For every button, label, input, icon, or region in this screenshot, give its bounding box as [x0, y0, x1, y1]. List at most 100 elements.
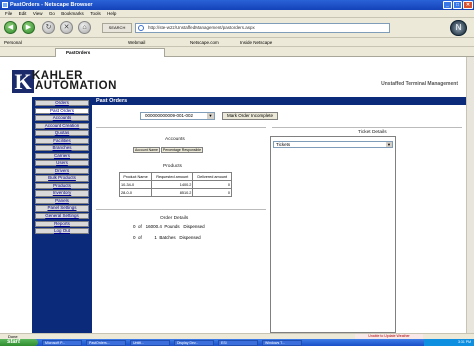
page-icon	[138, 25, 144, 31]
tab-bar: PastOrders	[0, 47, 474, 57]
products-title: Products	[163, 164, 182, 169]
menu-file[interactable]: File	[5, 10, 12, 18]
tagline: Unstaffed Terminal Management	[381, 81, 458, 87]
status-label: Dispensed	[183, 224, 205, 229]
sidebar-item-drivers[interactable]: Drivers	[35, 167, 89, 174]
taskbar-item[interactable]: Windows T...	[262, 340, 302, 346]
start-button[interactable]: start	[0, 339, 38, 346]
taskbar-item[interactable]: Microsoft P...	[42, 340, 82, 346]
sidebar-item-branches[interactable]: Branches	[35, 145, 89, 152]
system-tray: 3:31 PM	[424, 339, 474, 346]
search-button[interactable]: SEARCH	[102, 23, 132, 33]
requested-cell: 8510.2	[151, 188, 194, 197]
total-amount: 16000.4	[145, 224, 162, 229]
menu-help[interactable]: Help	[107, 10, 116, 18]
products-table: Product Name Requested amount Delivered …	[118, 172, 232, 197]
sidebar-item-panels[interactable]: Panels	[35, 197, 89, 205]
sidebar-item-users[interactable]: Users	[35, 160, 89, 167]
divider	[96, 209, 266, 210]
sidebar-item-products[interactable]: Products	[35, 182, 89, 190]
menu-tools[interactable]: Tools	[90, 10, 101, 18]
tickets-select[interactable]: Tickets ▼	[273, 141, 393, 148]
order-select[interactable]: 000000000009-001-002 ▼	[140, 112, 215, 120]
table-row: 10-34-0 1400.2 0	[118, 180, 232, 189]
window-title: PastOrders - Netscape Browser	[10, 2, 93, 8]
window-title-bar: PastOrders - Netscape Browser _ □ ✕	[0, 0, 474, 10]
reload-button[interactable]: ↻	[42, 21, 55, 34]
sidebar-item-bulk-products[interactable]: Bulk Products	[35, 175, 89, 182]
sidebar-item-past-orders[interactable]: Past Orders	[35, 107, 89, 114]
taskbar-item[interactable]: Untitl...	[130, 340, 170, 346]
clock[interactable]: 3:31 PM	[458, 340, 471, 344]
sidebar-item-log-out[interactable]: Log Out	[35, 228, 89, 235]
page-content: K KAHLER AUTOMATION Unstaffed Terminal M…	[0, 57, 466, 333]
bookmark-netscape[interactable]: Netscape.com	[190, 38, 219, 47]
sidebar: Orders Past Orders Accounts Account Crea…	[32, 97, 92, 333]
menu-bar: File Edit View Go Bookmarks Tools Help	[0, 10, 474, 18]
column-header: Product Name	[118, 172, 153, 181]
bookmark-webmail[interactable]: Webmail	[128, 38, 145, 47]
bookmark-inside-netscape[interactable]: Inside Netscape	[240, 38, 272, 47]
tab-pastorders[interactable]: PastOrders	[55, 48, 165, 57]
menu-edit[interactable]: Edit	[19, 10, 27, 18]
back-button[interactable]: ◀	[4, 21, 17, 34]
divider	[96, 127, 266, 128]
sidebar-item-panel-settings[interactable]: Panel Settings	[35, 205, 89, 212]
taskbar-item[interactable]: PastOrders...	[86, 340, 126, 346]
sidebar-item-inventory[interactable]: Inventory	[35, 190, 89, 197]
maximize-button[interactable]: □	[453, 1, 462, 9]
taskbar: start Microsoft P... PastOrders... Untit…	[0, 339, 474, 346]
menu-go[interactable]: Go	[49, 10, 55, 18]
sidebar-item-orders[interactable]: Orders	[35, 100, 89, 107]
logo-line2: AUTOMATION	[35, 80, 117, 92]
dispensed-amount: 0	[133, 224, 136, 229]
total-amount: 1	[154, 235, 157, 240]
requested-cell: 1400.2	[151, 180, 194, 189]
sidebar-item-reports[interactable]: Reports	[35, 220, 89, 227]
ticket-details-title: Ticket Details	[358, 130, 387, 135]
status-label: Dispensed	[179, 235, 201, 240]
ticket-panel: Tickets ▼	[270, 136, 396, 333]
order-select-value: 000000000009-001-002	[145, 113, 194, 118]
page-title: Past Orders	[92, 97, 466, 105]
stop-button[interactable]: ✕	[60, 21, 73, 34]
product-name-cell: 10-34-0	[118, 180, 153, 189]
menu-bookmarks[interactable]: Bookmarks	[61, 10, 84, 18]
column-header: Requested amount	[151, 172, 194, 181]
taskbar-item[interactable]: Display Dev...	[174, 340, 214, 346]
minimize-button[interactable]: _	[443, 1, 452, 9]
sidebar-item-facilities[interactable]: Facilities	[35, 137, 89, 144]
divider	[272, 127, 462, 128]
of-label: of	[138, 224, 142, 229]
menu-view[interactable]: View	[33, 10, 43, 18]
unit-label: Batches	[159, 235, 176, 240]
table-row: 28-0-0 8510.2 0	[118, 188, 232, 197]
chevron-down-icon[interactable]: ▼	[207, 113, 214, 119]
order-details-title: Order Details	[160, 216, 189, 221]
sidebar-item-accounts[interactable]: Accounts	[35, 115, 89, 122]
taskbar-item[interactable]: ESI	[218, 340, 258, 346]
unit-label: Pounds	[164, 224, 180, 229]
mark-order-incomplete-button[interactable]: Mark Order Incomplete	[222, 112, 278, 120]
chevron-down-icon[interactable]: ▼	[386, 142, 392, 147]
delivered-cell: 0	[192, 188, 232, 197]
home-button[interactable]: ⌂	[78, 21, 91, 34]
url-input[interactable]: http://ste-w2z/UnstaffedManagement/pasto…	[135, 23, 390, 33]
netscape-throbber-icon[interactable]: N	[450, 20, 467, 36]
product-name-cell: 28-0-0	[118, 188, 153, 197]
vertical-scrollbar[interactable]	[466, 57, 474, 333]
sidebar-item-account-creation[interactable]: Account Creation	[35, 122, 89, 129]
order-detail-row: 0 of 16000.4 Pounds Dispensed	[133, 224, 205, 229]
forward-button[interactable]: ▶	[22, 21, 35, 34]
navigation-toolbar: ◀ ▶ ↻ ✕ ⌂ SEARCH http://ste-w2z/Unstaffe…	[0, 18, 474, 38]
sidebar-item-carriers[interactable]: Carriers	[35, 152, 89, 159]
sidebar-item-quotas[interactable]: Quotas	[35, 130, 89, 137]
percentage-responsible-button[interactable]: Percentage Responsible	[161, 147, 203, 153]
accounts-title: Accounts	[165, 137, 185, 142]
dispensed-amount: 0	[133, 235, 136, 240]
sidebar-item-general-settings[interactable]: General Settings	[35, 212, 89, 220]
account-name-button[interactable]: Account Name	[133, 147, 160, 153]
personal-label[interactable]: Personal	[4, 38, 22, 47]
close-button[interactable]: ✕	[463, 1, 473, 9]
delivered-cell: 0	[192, 180, 232, 189]
